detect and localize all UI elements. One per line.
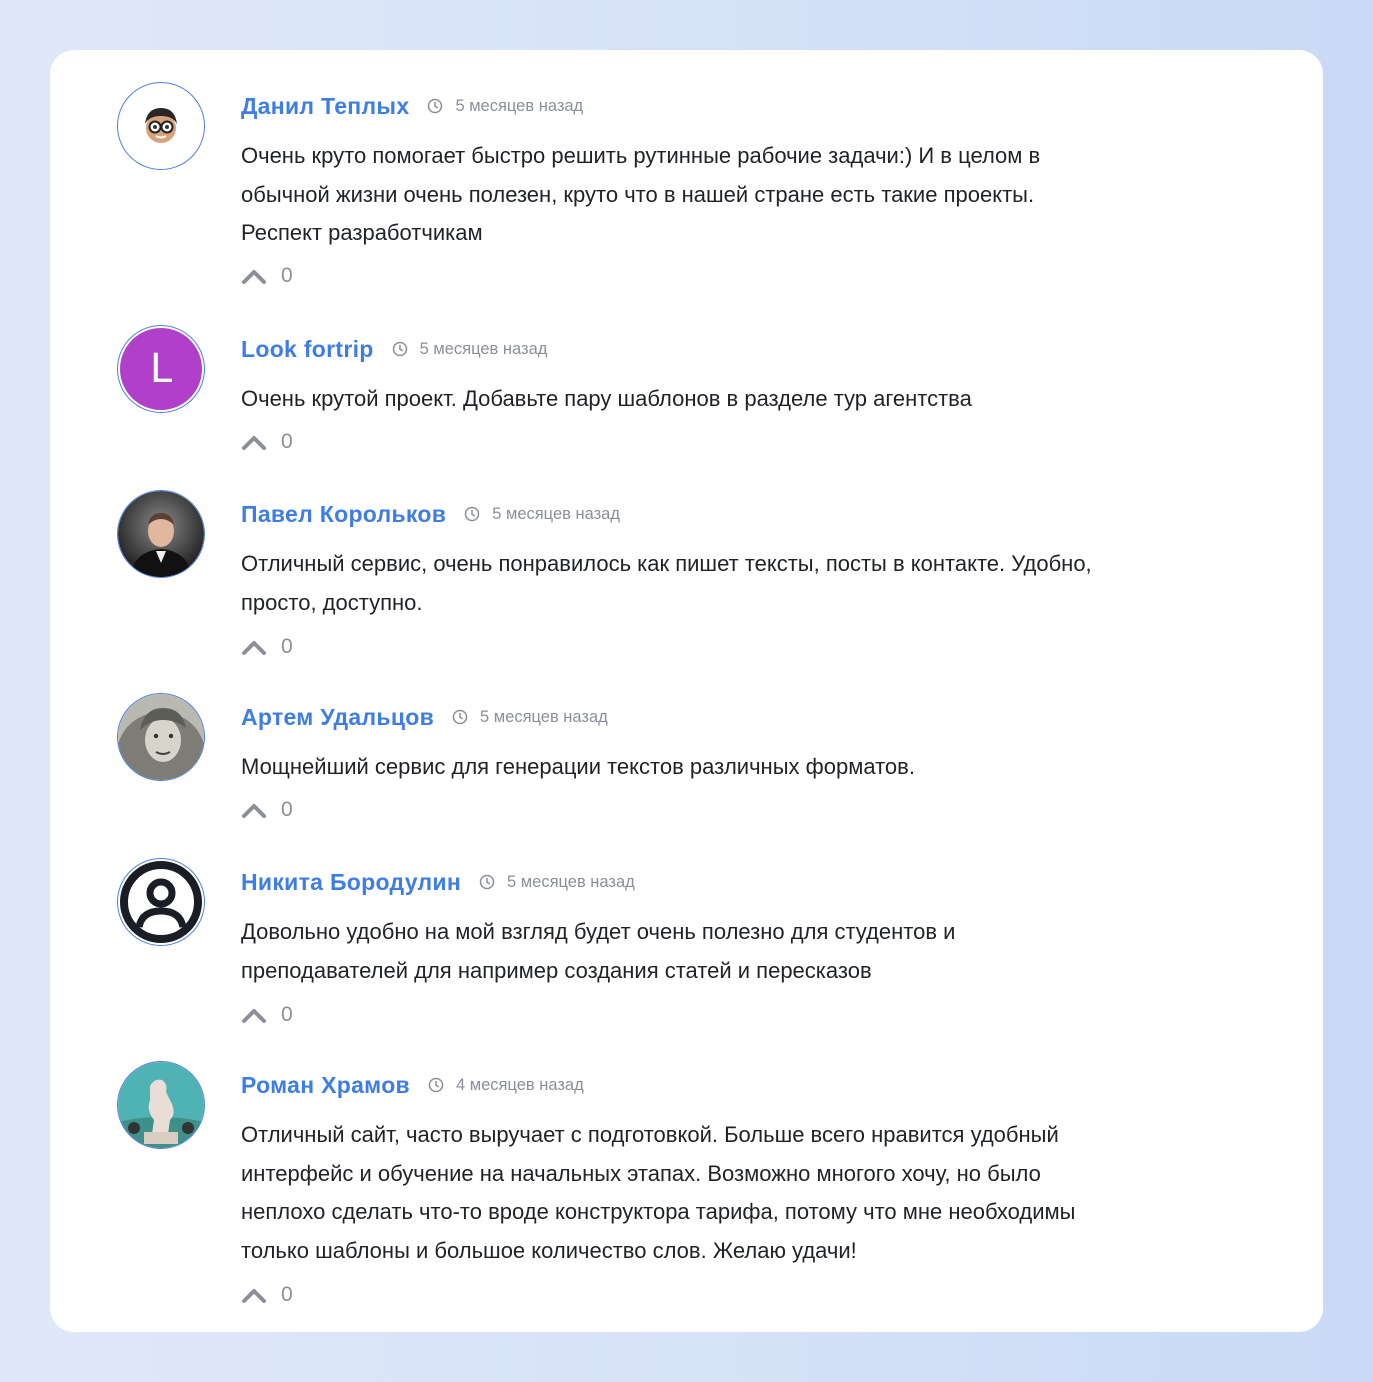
comment-header: Данил Теплых 5 месяцев назад (241, 90, 583, 122)
user-icon-avatar (119, 860, 203, 944)
avatar[interactable] (117, 490, 205, 578)
avatar[interactable] (117, 82, 205, 170)
comment-time: 5 месяцев назад (455, 96, 584, 115)
clock-icon (428, 1077, 444, 1093)
letter-avatar: L (120, 328, 202, 410)
comment-header: Роман Храмов 4 месяцев назад (241, 1069, 584, 1101)
vote-row: 0 (241, 1283, 293, 1307)
vote-count: 0 (281, 264, 293, 287)
comment-text: Очень крутой проект. Добавьте пару шабло… (241, 386, 972, 411)
chevron-up-icon[interactable] (241, 801, 267, 819)
author-name[interactable]: Данил Теплых (241, 93, 409, 120)
comment-text: Довольно удобно на мой взгляд будет очен… (241, 919, 956, 983)
comment-text: Очень круто помогает быстро решить рутин… (241, 143, 1041, 245)
comments-card: Данил Теплых 5 месяцев назад Очень круто… (50, 50, 1323, 1332)
chevron-up-icon[interactable] (241, 433, 267, 451)
avatar[interactable]: L (117, 325, 205, 413)
comment-text: Отличный сайт, часто выручает с подготов… (241, 1122, 1076, 1263)
comment-header: Look fortrip 5 месяцев назад (241, 333, 547, 365)
avatar-letter: L (149, 346, 173, 392)
author-name[interactable]: Look fortrip (241, 336, 374, 363)
vote-count: 0 (281, 1003, 293, 1026)
memoji-avatar-icon (145, 108, 177, 143)
clock-icon (479, 874, 495, 890)
comment-time: 5 месяцев назад (419, 339, 548, 358)
comment-text: Мощнейший сервис для генерации текстов р… (241, 754, 915, 779)
comment-text: Отличный сервис, очень понравилось как п… (241, 551, 1092, 615)
vote-count: 0 (281, 635, 293, 658)
vote-count: 0 (281, 430, 293, 453)
author-name[interactable]: Артем Удальцов (241, 704, 434, 731)
vote-row: 0 (241, 430, 293, 454)
chevron-up-icon[interactable] (241, 1006, 267, 1024)
vote-row: 0 (241, 798, 293, 822)
author-name[interactable]: Роман Храмов (241, 1072, 410, 1099)
vote-row: 0 (241, 635, 293, 659)
avatar[interactable] (117, 858, 205, 946)
comment-time: 5 месяцев назад (507, 872, 635, 891)
comment-header: Павел Корольков 5 месяцев назад (241, 498, 620, 530)
comment-time: 4 месяцев назад (455, 1075, 584, 1094)
author-name[interactable]: Павел Корольков (241, 501, 446, 528)
clock-icon (427, 98, 443, 114)
clock-icon (464, 506, 480, 522)
portrait-avatar-icon (118, 694, 204, 780)
vote-count: 0 (281, 1283, 293, 1306)
chevron-up-icon[interactable] (241, 638, 267, 656)
comment-header: Никита Бородулин 5 месяцев назад (241, 866, 635, 898)
comment-time: 5 месяцев назад (492, 504, 620, 523)
avatar[interactable] (117, 693, 205, 781)
avatar[interactable] (117, 1061, 205, 1149)
clock-icon (452, 709, 468, 725)
comment-header: Артем Удальцов 5 месяцев назад (241, 701, 608, 733)
vote-row: 0 (241, 264, 293, 288)
photo-avatar-icon (118, 491, 204, 577)
clock-icon (392, 341, 408, 357)
chevron-up-icon[interactable] (241, 1286, 267, 1304)
vote-count: 0 (281, 798, 293, 821)
author-name[interactable]: Никита Бородулин (241, 869, 461, 896)
vote-row: 0 (241, 1003, 293, 1027)
statue-avatar-icon (118, 1062, 204, 1148)
comment-time: 5 месяцев назад (480, 707, 608, 726)
chevron-up-icon[interactable] (241, 267, 267, 285)
